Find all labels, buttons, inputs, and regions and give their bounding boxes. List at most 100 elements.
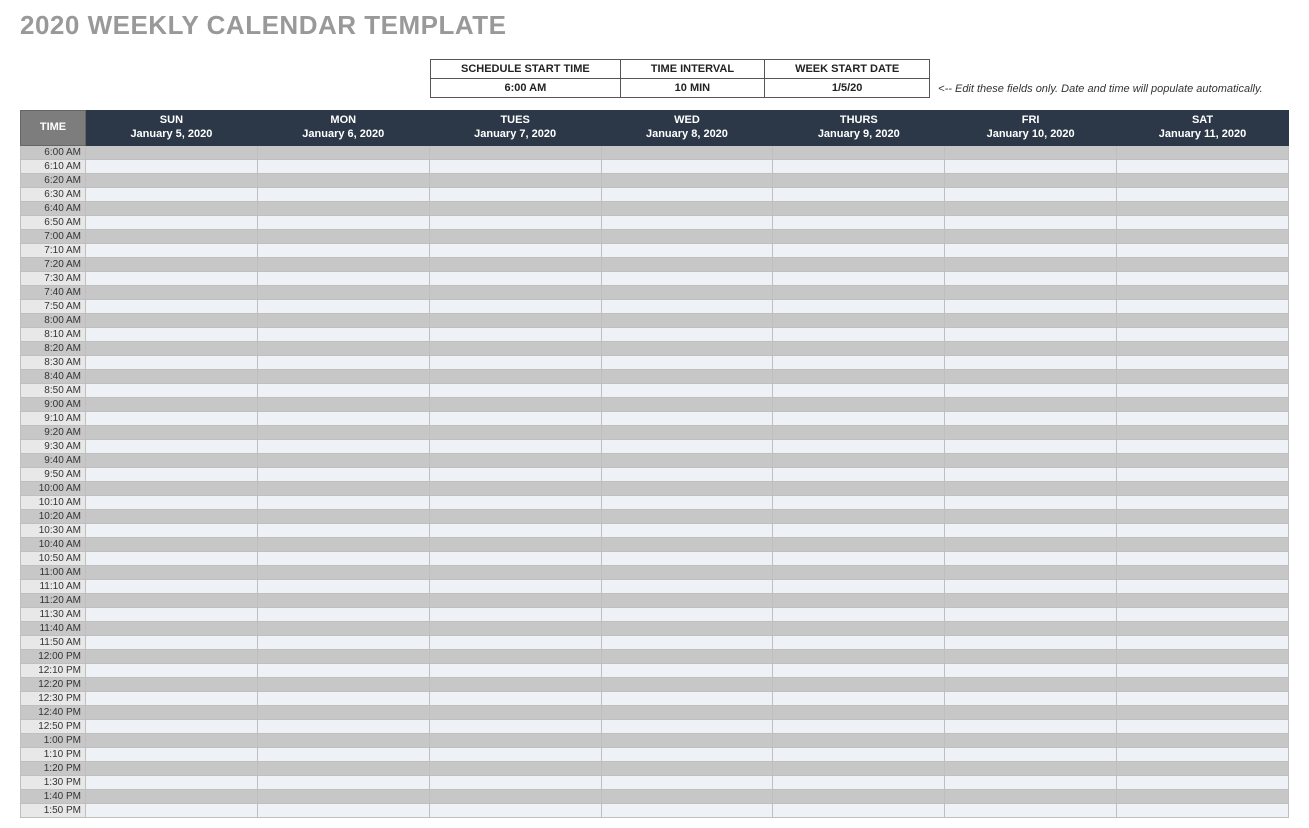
schedule-cell[interactable] — [86, 579, 258, 593]
schedule-cell[interactable] — [601, 551, 773, 565]
schedule-cell[interactable] — [773, 453, 945, 467]
schedule-cell[interactable] — [429, 537, 601, 551]
schedule-cell[interactable] — [1117, 733, 1289, 747]
schedule-cell[interactable] — [773, 523, 945, 537]
schedule-cell[interactable] — [601, 411, 773, 425]
schedule-cell[interactable] — [773, 215, 945, 229]
config-value-start-time[interactable]: 6:00 AM — [431, 79, 621, 98]
schedule-cell[interactable] — [945, 635, 1117, 649]
schedule-cell[interactable] — [257, 593, 429, 607]
schedule-cell[interactable] — [945, 159, 1117, 173]
schedule-cell[interactable] — [1117, 439, 1289, 453]
schedule-cell[interactable] — [601, 565, 773, 579]
schedule-cell[interactable] — [1117, 299, 1289, 313]
schedule-cell[interactable] — [945, 691, 1117, 705]
schedule-cell[interactable] — [1117, 369, 1289, 383]
schedule-cell[interactable] — [257, 411, 429, 425]
schedule-cell[interactable] — [773, 579, 945, 593]
schedule-cell[interactable] — [773, 397, 945, 411]
schedule-cell[interactable] — [773, 299, 945, 313]
schedule-cell[interactable] — [945, 537, 1117, 551]
schedule-cell[interactable] — [773, 509, 945, 523]
schedule-cell[interactable] — [773, 257, 945, 271]
schedule-cell[interactable] — [773, 761, 945, 775]
schedule-cell[interactable] — [1117, 775, 1289, 789]
schedule-cell[interactable] — [1117, 677, 1289, 691]
schedule-cell[interactable] — [945, 621, 1117, 635]
schedule-cell[interactable] — [86, 355, 258, 369]
schedule-cell[interactable] — [429, 355, 601, 369]
schedule-cell[interactable] — [86, 565, 258, 579]
schedule-cell[interactable] — [1117, 789, 1289, 803]
schedule-cell[interactable] — [1117, 593, 1289, 607]
schedule-cell[interactable] — [1117, 481, 1289, 495]
schedule-cell[interactable] — [601, 397, 773, 411]
schedule-cell[interactable] — [1117, 607, 1289, 621]
schedule-cell[interactable] — [773, 355, 945, 369]
schedule-cell[interactable] — [257, 439, 429, 453]
schedule-cell[interactable] — [601, 341, 773, 355]
schedule-cell[interactable] — [773, 607, 945, 621]
schedule-cell[interactable] — [429, 719, 601, 733]
schedule-cell[interactable] — [86, 425, 258, 439]
schedule-cell[interactable] — [601, 369, 773, 383]
schedule-cell[interactable] — [257, 621, 429, 635]
schedule-cell[interactable] — [945, 481, 1117, 495]
schedule-cell[interactable] — [1117, 145, 1289, 159]
schedule-cell[interactable] — [86, 397, 258, 411]
schedule-cell[interactable] — [257, 285, 429, 299]
schedule-cell[interactable] — [945, 397, 1117, 411]
schedule-cell[interactable] — [1117, 621, 1289, 635]
schedule-cell[interactable] — [429, 733, 601, 747]
schedule-cell[interactable] — [601, 495, 773, 509]
schedule-cell[interactable] — [945, 439, 1117, 453]
schedule-cell[interactable] — [86, 243, 258, 257]
schedule-cell[interactable] — [429, 789, 601, 803]
schedule-cell[interactable] — [1117, 719, 1289, 733]
schedule-cell[interactable] — [773, 271, 945, 285]
schedule-cell[interactable] — [429, 523, 601, 537]
schedule-cell[interactable] — [429, 229, 601, 243]
schedule-cell[interactable] — [945, 747, 1117, 761]
schedule-cell[interactable] — [601, 355, 773, 369]
schedule-cell[interactable] — [1117, 327, 1289, 341]
schedule-cell[interactable] — [86, 551, 258, 565]
schedule-cell[interactable] — [429, 635, 601, 649]
schedule-cell[interactable] — [601, 677, 773, 691]
schedule-cell[interactable] — [86, 677, 258, 691]
schedule-cell[interactable] — [773, 691, 945, 705]
schedule-cell[interactable] — [429, 145, 601, 159]
schedule-cell[interactable] — [601, 705, 773, 719]
schedule-cell[interactable] — [429, 369, 601, 383]
schedule-cell[interactable] — [773, 719, 945, 733]
schedule-cell[interactable] — [601, 453, 773, 467]
schedule-cell[interactable] — [945, 285, 1117, 299]
schedule-cell[interactable] — [429, 173, 601, 187]
schedule-cell[interactable] — [945, 411, 1117, 425]
schedule-cell[interactable] — [257, 453, 429, 467]
schedule-cell[interactable] — [257, 677, 429, 691]
schedule-cell[interactable] — [773, 467, 945, 481]
schedule-cell[interactable] — [86, 761, 258, 775]
schedule-cell[interactable] — [429, 649, 601, 663]
schedule-cell[interactable] — [429, 411, 601, 425]
schedule-cell[interactable] — [1117, 243, 1289, 257]
schedule-cell[interactable] — [773, 439, 945, 453]
schedule-cell[interactable] — [429, 187, 601, 201]
schedule-cell[interactable] — [945, 593, 1117, 607]
schedule-cell[interactable] — [257, 257, 429, 271]
schedule-cell[interactable] — [601, 425, 773, 439]
schedule-cell[interactable] — [945, 803, 1117, 817]
schedule-cell[interactable] — [773, 733, 945, 747]
config-value-interval[interactable]: 10 MIN — [620, 79, 764, 98]
schedule-cell[interactable] — [86, 271, 258, 285]
schedule-cell[interactable] — [601, 187, 773, 201]
schedule-cell[interactable] — [945, 789, 1117, 803]
schedule-cell[interactable] — [429, 663, 601, 677]
schedule-cell[interactable] — [945, 257, 1117, 271]
schedule-cell[interactable] — [601, 509, 773, 523]
schedule-cell[interactable] — [1117, 761, 1289, 775]
schedule-cell[interactable] — [257, 313, 429, 327]
schedule-cell[interactable] — [945, 705, 1117, 719]
schedule-cell[interactable] — [257, 663, 429, 677]
